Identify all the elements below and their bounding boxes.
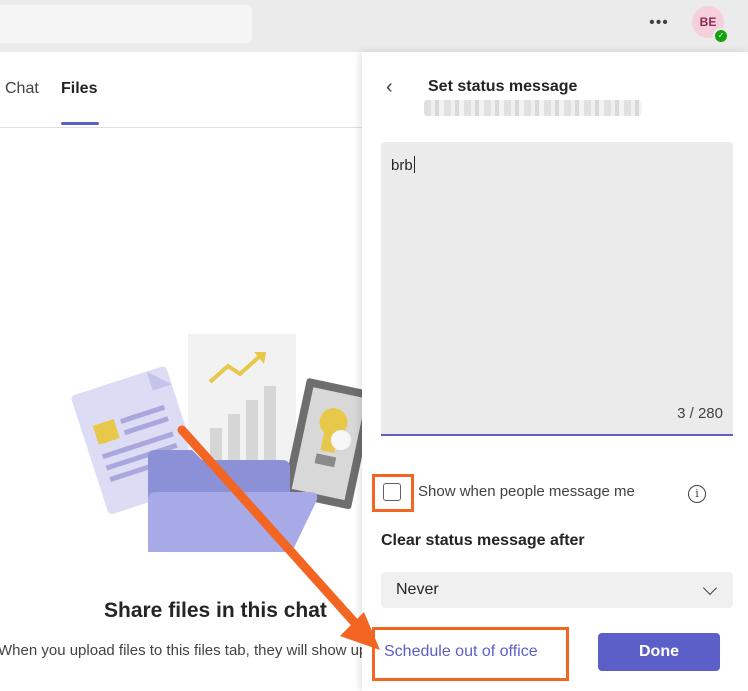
search-input[interactable]: [0, 5, 252, 43]
info-icon[interactable]: i: [688, 485, 706, 503]
tab-bar: Chat Files: [0, 52, 362, 128]
empty-state-body: When you upload files to this files tab,…: [0, 642, 402, 659]
show-when-message-label: Show when people message me: [418, 483, 635, 500]
back-chevron-icon[interactable]: ‹: [386, 76, 393, 99]
tab-chat[interactable]: Chat: [5, 80, 39, 98]
done-button[interactable]: Done: [598, 633, 720, 671]
schedule-out-of-office-link[interactable]: Schedule out of office: [384, 643, 538, 661]
status-message-value: brb: [391, 157, 413, 174]
clear-after-dropdown[interactable]: Never: [381, 572, 733, 608]
empty-state-title: Share files in this chat: [104, 599, 327, 622]
chat-pane: Chat Files Share files in this chat When…: [0, 52, 402, 691]
checkbox-highlight-annotation: [372, 474, 414, 512]
chevron-down-icon: [702, 580, 718, 596]
text-caret: [413, 156, 415, 173]
clear-after-label: Clear status message after: [381, 532, 585, 549]
more-options-icon[interactable]: •••: [646, 10, 672, 36]
redacted-user-text: [424, 100, 642, 116]
status-message-input[interactable]: brb 3 / 280: [381, 142, 733, 436]
character-counter: 3 / 280: [677, 405, 723, 422]
presence-available-icon: ✓: [713, 28, 729, 44]
panel-title: Set status message: [428, 78, 578, 95]
active-tab-indicator: [61, 122, 99, 125]
avatar-initials: BE: [699, 15, 717, 29]
tab-files[interactable]: Files: [61, 80, 97, 98]
top-bar: ••• BE ✓: [0, 0, 748, 52]
share-files-illustration-icon: [71, 334, 370, 552]
clear-after-value: Never: [396, 581, 439, 598]
